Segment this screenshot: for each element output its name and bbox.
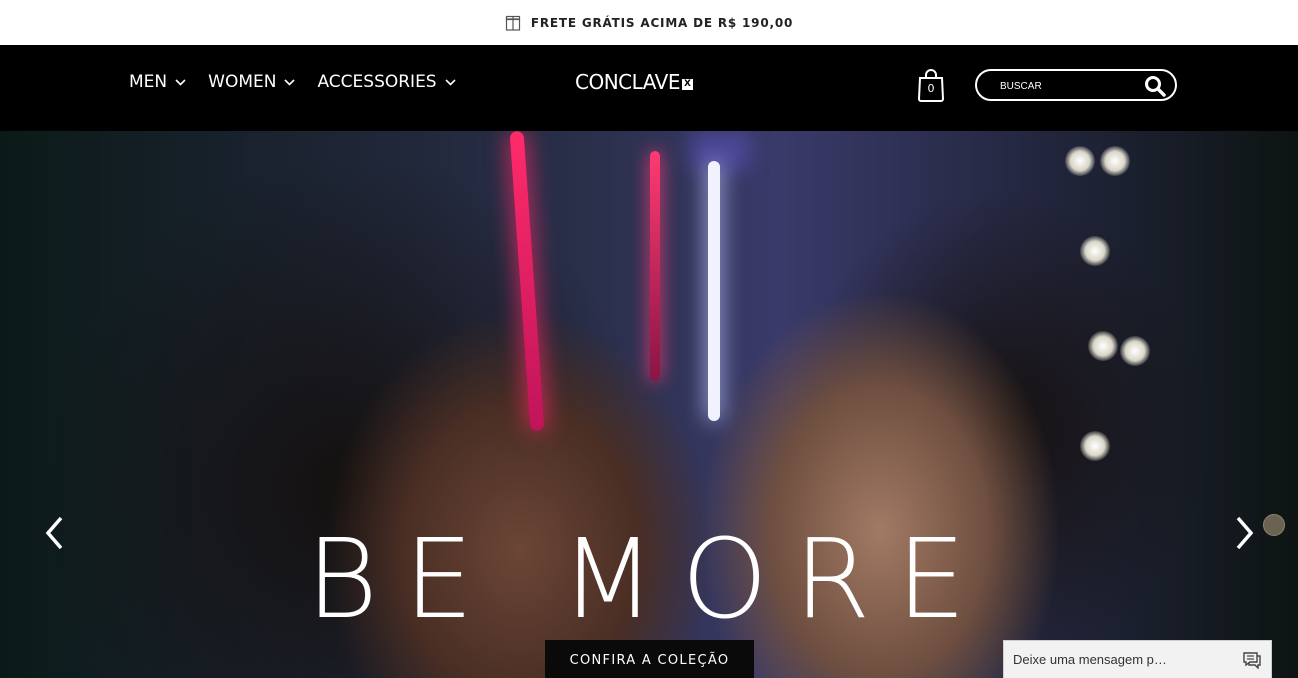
hero-photo-bulb bbox=[1100, 146, 1130, 176]
cart-button[interactable]: 0 bbox=[917, 68, 945, 102]
hero-photo-neon bbox=[650, 151, 660, 381]
hero-photo-neon bbox=[708, 161, 720, 421]
cart-count: 0 bbox=[927, 82, 935, 95]
chevron-down-icon bbox=[284, 78, 296, 86]
chevron-left-icon bbox=[45, 516, 63, 550]
hero-photo-neon bbox=[690, 131, 750, 171]
slider-prev-button[interactable] bbox=[43, 515, 67, 556]
hero-photo-bulb bbox=[1080, 431, 1110, 461]
slider-next-button[interactable] bbox=[1232, 515, 1256, 556]
nav-item-label: MEN bbox=[129, 72, 168, 92]
chat-widget[interactable]: Deixe uma mensagem p… bbox=[1003, 640, 1272, 678]
chevron-down-icon bbox=[445, 78, 456, 86]
search-input[interactable] bbox=[1000, 81, 1150, 92]
logo-badge: X bbox=[681, 78, 693, 90]
hero-photo-bulb bbox=[1065, 146, 1095, 176]
search-icon[interactable] bbox=[1144, 75, 1166, 102]
nav-item-men[interactable]: MEN bbox=[129, 72, 186, 92]
nav-item-label: ACCESSORIES bbox=[317, 72, 437, 92]
chevron-right-icon bbox=[1236, 516, 1254, 550]
chevron-down-icon bbox=[175, 78, 186, 86]
hero-photo-bulb bbox=[1120, 336, 1150, 366]
promo-text: FRETE GRÁTIS ACIMA DE R$ 190,00 bbox=[530, 15, 794, 30]
hero-photo-neon bbox=[509, 131, 545, 432]
search-bar bbox=[975, 69, 1177, 101]
slider-dot[interactable] bbox=[1263, 514, 1285, 536]
chat-bubble-icon bbox=[1242, 651, 1262, 674]
shop-collection-button[interactable]: CONFIRA A COLEÇÃO bbox=[545, 640, 754, 678]
promo-bar: FRETE GRÁTIS ACIMA DE R$ 190,00 bbox=[0, 0, 1298, 45]
chat-placeholder: Deixe uma mensagem p… bbox=[1013, 652, 1167, 667]
site-header: MEN WOMEN ACCESSORIES CONCLAVE X 0 bbox=[0, 45, 1298, 131]
nav-item-accessories[interactable]: ACCESSORIES bbox=[317, 72, 456, 92]
nav-item-women[interactable]: WOMEN bbox=[208, 72, 296, 92]
slide-title: BE MORE bbox=[306, 515, 992, 643]
brand-logo[interactable]: CONCLAVE X bbox=[575, 70, 693, 94]
hero-photo-bulb bbox=[1080, 236, 1110, 266]
gift-box-icon bbox=[505, 15, 521, 31]
hero-photo-bulb bbox=[1088, 331, 1118, 361]
main-nav: MEN WOMEN ACCESSORIES bbox=[129, 72, 456, 92]
logo-text: CONCLAVE bbox=[575, 70, 680, 94]
nav-item-label: WOMEN bbox=[208, 72, 277, 92]
hero-slider: BE MORE CONFIRA A COLEÇÃO bbox=[0, 131, 1298, 678]
